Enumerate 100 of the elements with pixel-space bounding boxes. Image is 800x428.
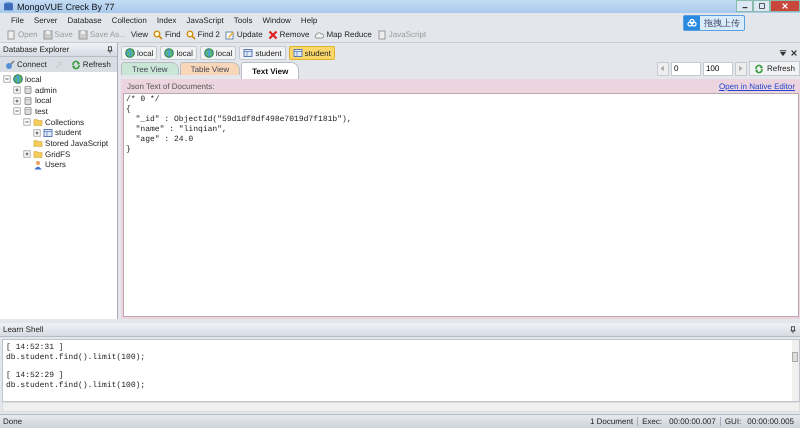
pin-icon — [789, 326, 797, 334]
menu-item[interactable]: Database — [62, 14, 107, 26]
view-tab[interactable]: Tree View — [121, 62, 179, 75]
scrollbar[interactable] — [792, 340, 799, 401]
exec-label: Exec: — [641, 417, 664, 426]
menu-item[interactable]: Window — [257, 14, 296, 26]
tree-item[interactable]: Collections — [45, 118, 84, 127]
scrollbar[interactable] — [2, 402, 800, 412]
expand-icon[interactable] — [23, 150, 31, 158]
status-text: Done — [3, 417, 22, 426]
cloud-icon — [684, 16, 700, 30]
database-icon — [23, 96, 33, 106]
globe-icon — [204, 48, 214, 58]
right-arrow-icon — [737, 65, 744, 72]
document-tab[interactable]: student — [239, 46, 286, 60]
tree-item[interactable]: admin — [35, 86, 57, 95]
tree-item[interactable]: local — [35, 96, 52, 106]
collapse-icon[interactable] — [23, 118, 31, 126]
collapse-icon[interactable] — [3, 75, 11, 84]
folder-icon — [33, 149, 43, 160]
tree-item[interactable]: Users — [45, 160, 66, 170]
app-icon — [3, 1, 14, 12]
dropdown-icon — [779, 49, 787, 57]
collapse-icon[interactable] — [13, 107, 21, 116]
refresh-button[interactable]: Refresh — [748, 61, 800, 76]
toolbar-button[interactable]: Find — [151, 28, 183, 42]
restore-icon — [758, 2, 766, 10]
document-tab[interactable]: local — [160, 46, 197, 60]
tree-item[interactable]: test — [35, 106, 48, 116]
document-tab[interactable]: local — [200, 46, 236, 60]
delete-icon — [268, 30, 278, 40]
skip-field[interactable]: 0 — [670, 62, 701, 76]
upload-button[interactable]: 拖拽上传 — [683, 15, 745, 31]
globe-icon — [125, 48, 135, 58]
code-line: "name" : "linqian", — [134, 125, 228, 135]
explorer-button[interactable]: Refresh — [68, 60, 113, 70]
timestamp: [ 14:52:29 ] — [6, 371, 65, 381]
database-icon — [23, 85, 33, 96]
search-icon — [153, 30, 164, 40]
tree-item[interactable]: GridFS — [45, 150, 70, 159]
menu-item[interactable]: Server — [28, 14, 62, 26]
code-line: { — [126, 105, 132, 115]
pencil-icon — [224, 30, 235, 40]
expand-icon[interactable] — [13, 86, 21, 94]
code-line: } — [126, 145, 132, 155]
plug-icon — [5, 60, 15, 70]
code-line: "age" : 24.0 — [134, 135, 194, 145]
close-icon — [790, 49, 798, 57]
caption: Json Text of Documents: — [127, 82, 214, 90]
close-button[interactable] — [770, 0, 800, 12]
command-text: db.student.find().limit(100); — [6, 381, 146, 391]
restore-button[interactable] — [753, 0, 770, 12]
view-tab[interactable]: Text View — [241, 62, 300, 79]
limit-field[interactable]: 100 — [702, 62, 733, 76]
toolbar-button[interactable]: Map Reduce — [312, 28, 374, 42]
left-arrow-icon — [659, 65, 666, 72]
json-editor[interactable]: /* 0 */ { "_id" : ObjectId("59d1df8df498e7019d7f181b"), "name" : "linqian", "age" : 24.0 } — [123, 93, 799, 317]
user-icon — [33, 160, 43, 170]
menu-item[interactable]: Collection — [106, 14, 152, 26]
native-editor-link[interactable]: Open in Native Editor — [718, 82, 795, 90]
gui-label: GUI: — [724, 417, 742, 426]
toolbar-button[interactable]: Update — [222, 28, 265, 42]
document-count: 1 Document — [586, 417, 638, 426]
tree-item[interactable]: student — [55, 128, 82, 138]
close-icon — [781, 2, 789, 10]
code-line: /* 0 */ — [126, 95, 161, 105]
folder-icon — [33, 138, 43, 148]
search-icon — [186, 30, 196, 40]
window-title: MongoVUE Creck By 77 — [17, 2, 115, 12]
tree-item[interactable]: Stored JavaScript — [45, 138, 108, 148]
expand-icon[interactable] — [13, 96, 21, 105]
refresh-icon — [70, 60, 81, 70]
toolbar-button[interactable]: Remove — [266, 28, 312, 42]
toolbar-button[interactable]: View — [128, 28, 150, 42]
menu-item[interactable]: Tools — [228, 14, 258, 26]
scroll-thumb[interactable] — [792, 352, 798, 362]
code-line: "_id" : ObjectId("59d1df8df498e7019d7f181b"), — [134, 115, 353, 125]
globe-icon — [13, 74, 23, 84]
folder-icon — [33, 117, 43, 128]
table-icon — [243, 48, 254, 58]
panel-title: Database Explorer — [3, 45, 70, 54]
panel-title: Learn Shell — [3, 325, 44, 334]
menu-item[interactable]: Index — [152, 14, 182, 26]
menu-item[interactable]: JavaScript — [181, 14, 229, 26]
explorer-button[interactable]: Connect — [3, 60, 49, 70]
view-tab[interactable]: Table View — [180, 62, 240, 75]
tree-item[interactable]: local — [25, 74, 42, 84]
document-tab[interactable]: student — [288, 46, 335, 60]
cloud-icon — [314, 30, 324, 40]
menu-item[interactable]: File — [6, 14, 29, 26]
expand-icon[interactable] — [33, 128, 41, 137]
database-icon — [23, 106, 33, 116]
gui-time: 00:00:00.005 — [746, 417, 795, 426]
menu-item[interactable]: Help — [296, 14, 322, 26]
toolbar-button[interactable]: Find 2 — [184, 28, 222, 42]
table-icon — [43, 128, 53, 138]
refresh-icon — [754, 64, 764, 74]
minimize-button[interactable] — [736, 0, 753, 12]
document-tab[interactable]: local — [121, 46, 158, 60]
exec-time: 00:00:00.007 — [665, 417, 721, 426]
